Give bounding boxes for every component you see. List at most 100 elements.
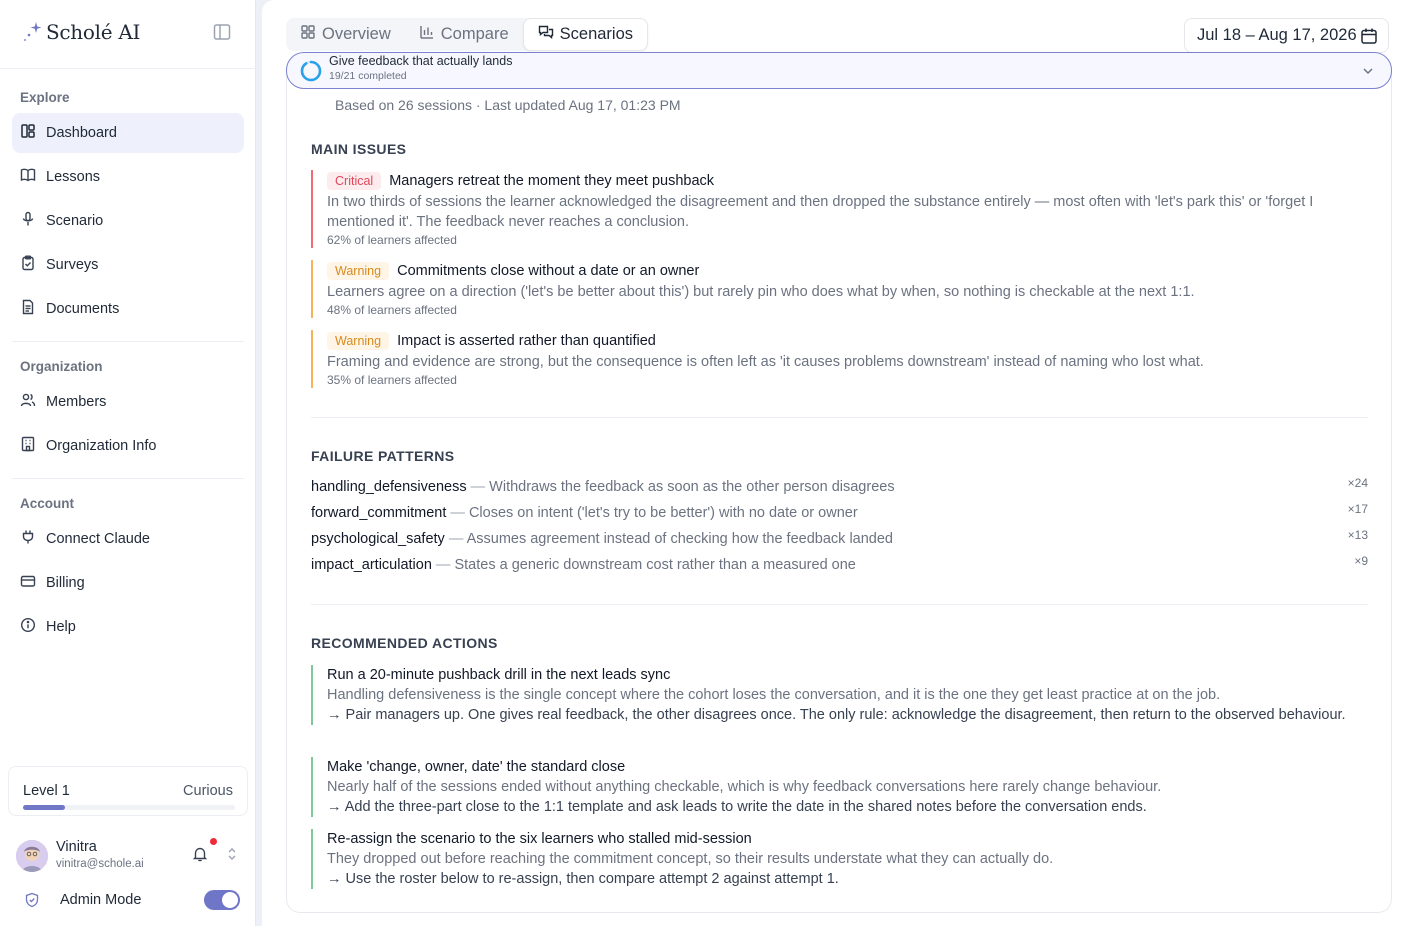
- severity-badge: Warning: [327, 262, 390, 280]
- pattern-code: psychological_safety: [311, 531, 445, 547]
- date-range-picker[interactable]: Jul 18 – Aug 17, 2026: [1184, 18, 1389, 53]
- issue-card: Warning Impact is asserted rather than q…: [311, 330, 1368, 388]
- sidebar-item-organization-info[interactable]: Organization Info: [12, 426, 244, 466]
- tab-overview[interactable]: Overview: [286, 18, 405, 51]
- level-card[interactable]: Level 1 Curious: [8, 766, 248, 816]
- pattern-count: ×9: [1354, 554, 1368, 568]
- sidebar-item-documents[interactable]: Documents: [12, 289, 244, 329]
- scenario-title: Give feedback that actually lands: [329, 54, 513, 68]
- pattern-code: impact_articulation: [311, 557, 432, 573]
- tab-compare[interactable]: Compare: [405, 18, 523, 51]
- issue-description: In two thirds of sessions the learner ac…: [327, 194, 1314, 230]
- chevron-down-icon[interactable]: [1361, 64, 1375, 78]
- tab-label: Overview: [322, 25, 391, 43]
- level-rank: Curious: [183, 783, 233, 799]
- avatar[interactable]: [16, 840, 48, 872]
- pattern-description: States a generic downstream cost rather …: [454, 557, 856, 573]
- brand-name: Scholé AI: [46, 20, 141, 44]
- sidebar-item-label: Documents: [46, 301, 120, 317]
- action-card: Run a 20-minute pushback drill in the ne…: [311, 665, 1368, 725]
- issue-description: Framing and evidence are strong, but the…: [327, 354, 1204, 370]
- issue-affected: 48% of learners affected: [327, 303, 457, 317]
- credit-card-icon: [20, 573, 36, 593]
- toggle-knob: [222, 892, 238, 908]
- issue-affected: 62% of learners affected: [327, 233, 457, 247]
- tab-label: Scenarios: [559, 25, 634, 43]
- tab-scenarios[interactable]: Scenarios: [522, 18, 649, 51]
- document-icon: [20, 299, 36, 319]
- pattern-row: impact_articulation — States a generic d…: [311, 554, 1368, 577]
- book-icon: [20, 167, 36, 187]
- action-description: Handling defensiveness is the single con…: [327, 687, 1221, 703]
- user-email: vinitra@schole.ai: [56, 858, 144, 870]
- chevron-up-down-icon[interactable]: [226, 846, 238, 862]
- level-progress-fill: [23, 805, 66, 810]
- pattern-code: forward_commitment: [311, 505, 447, 521]
- sidebar-item-scenario[interactable]: Scenario: [12, 201, 244, 241]
- admin-mode-label: Admin Mode: [60, 892, 142, 908]
- action-title: Make 'change, owner, date' the standard …: [327, 759, 626, 775]
- sidebar-item-surveys[interactable]: Surveys: [12, 245, 244, 285]
- pattern-separator: —: [431, 557, 455, 573]
- pattern-count: ×13: [1347, 528, 1368, 542]
- sidebar: Scholé AI Explore Dashboard Lessons Scen…: [0, 0, 256, 926]
- sidebar-item-lessons[interactable]: Lessons: [12, 157, 244, 197]
- pattern-description: Assumes agreement instead of checking ho…: [466, 531, 893, 547]
- notification-bell-icon[interactable]: [192, 846, 208, 862]
- sidebar-item-label: Help: [46, 619, 76, 635]
- tab-label: Compare: [440, 25, 509, 43]
- recommended-actions-title: RECOMMENDED ACTIONS: [311, 635, 498, 651]
- chat-icon: [538, 24, 554, 45]
- pattern-separator: —: [466, 479, 490, 495]
- pattern-count: ×17: [1347, 502, 1368, 516]
- sidebar-item-connect-claude[interactable]: Connect Claude: [12, 519, 244, 559]
- sidebar-item-label: Scenario: [46, 213, 104, 229]
- microphone-icon: [20, 211, 36, 231]
- issue-card: Critical Managers retreat the moment the…: [311, 170, 1368, 248]
- section-account: Account: [20, 496, 74, 511]
- pattern-row: forward_commitment — Closes on intent ('…: [311, 502, 1368, 525]
- sidebar-item-label: Organization Info: [46, 438, 157, 454]
- user-name: Vinitra: [56, 839, 97, 855]
- users-icon: [20, 392, 36, 412]
- action-step: → Use the roster below to re-assign, the…: [327, 871, 839, 887]
- sidebar-item-label: Lessons: [46, 169, 101, 185]
- progress-ring: [299, 59, 323, 83]
- section-explore: Explore: [20, 90, 70, 105]
- sidebar-collapse-icon[interactable]: [212, 22, 232, 42]
- report-meta: Based on 26 sessions · Last updated Aug …: [335, 97, 681, 113]
- scenario-progress-banner[interactable]: Give feedback that actually lands 19/21 …: [286, 52, 1392, 89]
- sidebar-divider: [0, 68, 256, 69]
- view-tabs: Overview Compare Scenarios: [286, 18, 649, 51]
- date-range-value: Jul 18 – Aug 17, 2026: [1197, 26, 1357, 44]
- sidebar-item-billing[interactable]: Billing: [12, 563, 244, 603]
- action-step: → Pair managers up. One gives real feedb…: [327, 707, 1346, 723]
- action-title: Re-assign the scenario to the six learne…: [327, 831, 752, 847]
- notification-dot: [210, 838, 217, 845]
- sidebar-item-label: Surveys: [46, 257, 99, 273]
- sidebar-divider: [12, 478, 244, 479]
- sidebar-item-label: Billing: [46, 575, 85, 591]
- pattern-separator: —: [444, 531, 467, 547]
- admin-mode-toggle[interactable]: [204, 890, 240, 910]
- pattern-row: handling_defensiveness — Withdraws the f…: [311, 476, 1368, 499]
- sidebar-item-dashboard[interactable]: Dashboard: [12, 113, 244, 153]
- section-divider: [311, 604, 1368, 605]
- sidebar-divider: [12, 341, 244, 342]
- issue-title: Impact is asserted rather than quantifie…: [397, 333, 656, 349]
- issue-description: Learners agree on a direction ('let's be…: [327, 284, 1195, 300]
- clipboard-check-icon: [20, 255, 36, 275]
- issue-title: Managers retreat the moment they meet pu…: [389, 173, 715, 189]
- sidebar-item-label: Members: [46, 394, 107, 410]
- level-name: Level 1: [23, 783, 70, 799]
- pattern-separator: —: [446, 505, 469, 521]
- pattern-description: Withdraws the feedback as soon as the ot…: [489, 479, 895, 495]
- dashboard-icon: [20, 123, 36, 143]
- issue-card: Warning Commitments close without a date…: [311, 260, 1368, 318]
- brand[interactable]: Scholé AI: [22, 20, 140, 44]
- severity-badge: Warning: [327, 332, 390, 350]
- sidebar-item-members[interactable]: Members: [12, 382, 244, 422]
- sidebar-item-help[interactable]: Help: [12, 607, 244, 647]
- action-description: Nearly half of the sessions ended withou…: [327, 779, 1162, 795]
- main-content: Overview Compare Scenarios Jul 18 – Aug …: [262, 0, 1417, 926]
